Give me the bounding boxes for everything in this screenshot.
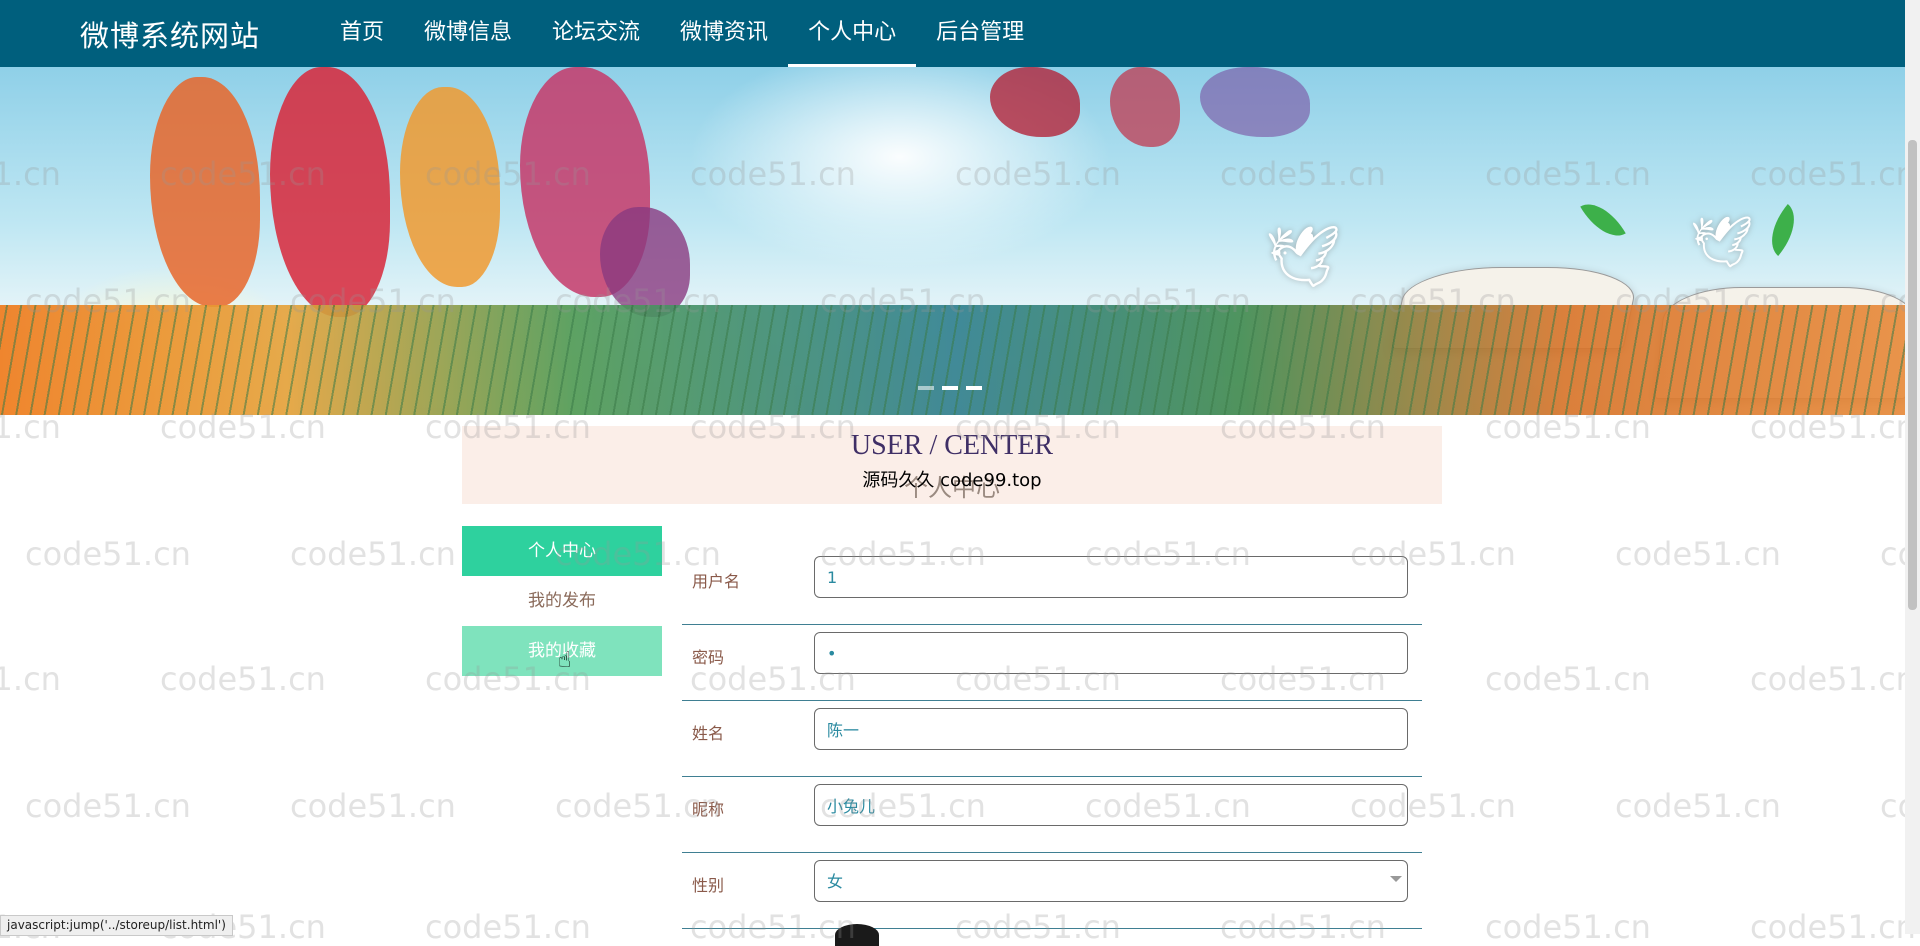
dove-icon: 🕊 [1690,213,1754,271]
side-menu: 个人中心 我的发布 我的收藏 ☝ [462,526,662,676]
form-row-username: 用户名 [682,550,1422,625]
banner-grass [0,305,1910,415]
main-nav: 首页 微博信息 论坛交流 微博资讯 个人中心 后台管理 [320,0,1044,67]
watermark-text: code51.cn [25,535,191,573]
page-heading-en: USER / CENTER [850,430,1054,461]
banner-figure [400,87,500,287]
nav-item-forum[interactable]: 论坛交流 [532,0,660,67]
browser-status-bar: javascript:jump('../storeup/list.html') [0,915,233,936]
side-item-my-posts[interactable]: 我的发布 [462,576,662,626]
chevron-down-icon [1390,876,1402,882]
gender-label: 性别 [692,876,725,895]
watermark-text: code51.cn [0,660,61,698]
watermark-text: code51.cn [1485,908,1651,946]
carousel-dot-3[interactable] [966,386,982,390]
watermark-text: code51.cn [25,787,191,825]
leaf-icon [1758,204,1808,256]
watermark-text: code51.cn [1750,908,1916,946]
overlay-note: 源码久久 code99.top [862,470,1042,491]
vertical-scrollbar[interactable] [1905,0,1920,934]
form-row-password: 密码 [682,626,1422,701]
nav-item-personal-center[interactable]: 个人中心 [788,0,917,67]
hand-cursor-icon: ☝ [558,648,572,673]
watermark-text: code51.cn [1485,660,1651,698]
nav-item-home[interactable]: 首页 [320,0,404,67]
nickname-label: 昵称 [692,800,725,819]
banner-calligraphy [1200,67,1310,137]
password-input[interactable] [814,632,1408,674]
form-row-name: 姓名 [682,702,1422,777]
nav-item-admin[interactable]: 后台管理 [916,0,1044,67]
watermark-text: code51.cn [290,787,456,825]
scrollbar-thumb[interactable] [1908,140,1917,610]
page-heading: USER / CENTER 个人中心 源码久久 code99.top [462,426,1442,504]
banner-calligraphy [990,67,1080,137]
watermark-text: code51.cn [160,660,326,698]
nav-item-news[interactable]: 微博资讯 [660,0,788,67]
side-item-personal-center[interactable]: 个人中心 [462,526,662,576]
watermark-text: code51.cn [1750,660,1916,698]
nav-item-weibo-info[interactable]: 微博信息 [404,0,532,67]
banner-figure [270,67,390,317]
carousel-dot-1[interactable] [918,386,934,390]
form-row-gender: 性别 女 [682,854,1422,929]
dove-icon: 🕊 [1265,222,1342,292]
watermark-text: code51.cn [425,908,591,946]
gender-select[interactable]: 女 [814,860,1408,902]
watermark-text: code51.cn [290,535,456,573]
banner-figure [600,207,690,317]
username-input[interactable] [814,556,1408,598]
banner-figure [150,77,260,307]
top-navbar: 微博系统网站 首页 微博信息 论坛交流 微博资讯 个人中心 后台管理 [0,0,1920,67]
carousel-dot-2[interactable] [942,386,958,390]
nickname-input[interactable] [814,784,1408,826]
watermark-text: code51.cn [1615,535,1781,573]
avatar-image [835,924,879,946]
watermark-text: code51.cn [1615,787,1781,825]
password-label: 密码 [692,648,725,667]
carousel-indicators [918,386,982,390]
name-input[interactable] [814,708,1408,750]
banner-calligraphy [1110,67,1180,147]
name-label: 姓名 [692,724,725,743]
site-title[interactable]: 微博系统网站 [80,13,260,55]
form-row-nickname: 昵称 [682,778,1422,853]
leaf-icon [1580,193,1626,247]
username-label: 用户名 [692,572,741,591]
profile-form: 用户名 密码 姓名 昵称 性别 女 [682,550,1422,930]
banner-carousel[interactable]: 🕊 🕊 [0,67,1910,415]
